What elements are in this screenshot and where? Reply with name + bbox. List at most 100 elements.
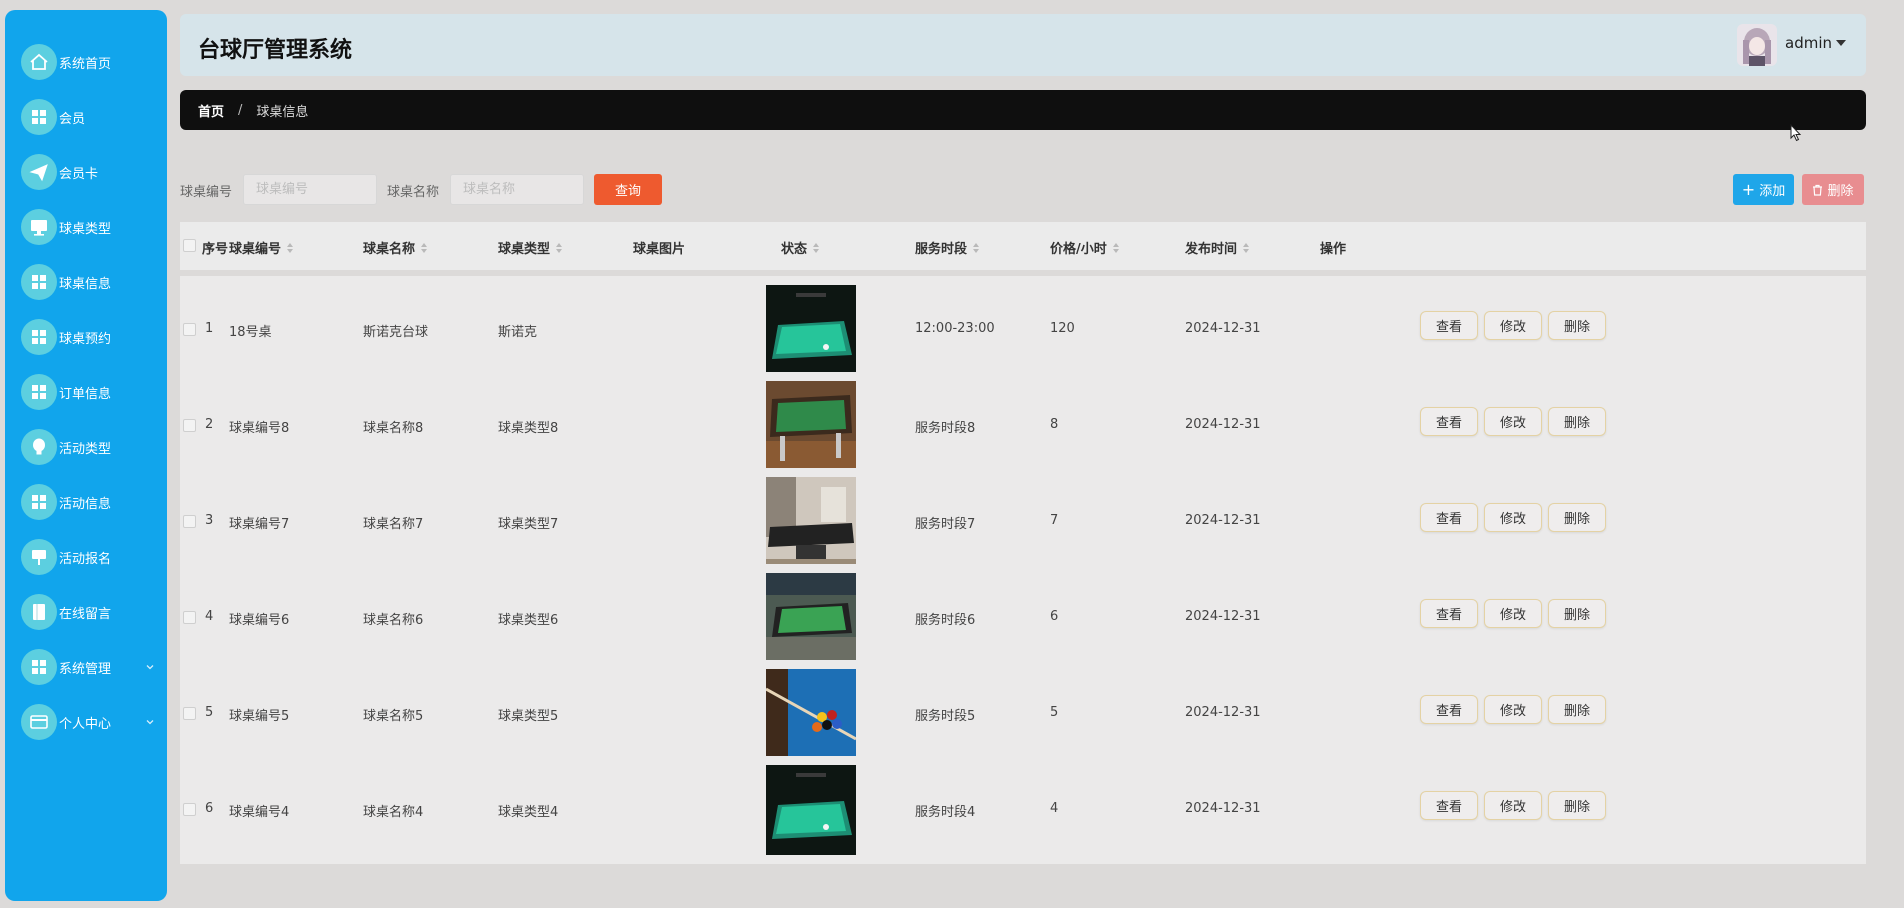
column-header-label: 球桌名称 (363, 242, 416, 257)
sort-icon[interactable] (421, 242, 428, 253)
delete-button[interactable]: 删除 (1548, 503, 1606, 532)
bulk-delete-button[interactable]: 删除 (1802, 174, 1864, 205)
edit-button[interactable]: 修改 (1484, 503, 1542, 532)
table-image-thumbnail[interactable] (766, 765, 856, 855)
cell-price: 6 (1050, 609, 1059, 624)
sort-icon[interactable] (973, 242, 980, 253)
cell-index: 6 (205, 801, 214, 816)
username[interactable]: admin (1785, 34, 1832, 52)
caret-down-icon[interactable] (1836, 40, 1846, 46)
sidebar-item-11[interactable]: 在线留言 (5, 592, 167, 632)
table-row: 4球桌编号6球桌名称6球桌类型6已预约服务时段662024-12-31查看修改删… (180, 564, 1866, 672)
sidebar-item-label: 系统管理 (59, 661, 112, 677)
view-button[interactable]: 查看 (1420, 407, 1478, 436)
edit-button[interactable]: 修改 (1484, 599, 1542, 628)
column-header-7[interactable]: 服务时段 (915, 238, 980, 257)
column-header-label: 发布时间 (1185, 242, 1238, 257)
table-image-thumbnail[interactable] (766, 669, 856, 759)
table-image-thumbnail[interactable] (766, 381, 856, 471)
column-header-8[interactable]: 价格/小时 (1050, 238, 1119, 257)
row-checkbox[interactable] (183, 419, 196, 432)
column-header-5: 球桌图片 (633, 238, 685, 257)
table-name-input[interactable] (450, 174, 584, 205)
cell-date: 2024-12-31 (1185, 513, 1261, 528)
row-checkbox[interactable] (183, 707, 196, 720)
sidebar-item-13[interactable]: 个人中心 (5, 702, 167, 742)
cell-period: 服务时段8 (915, 421, 976, 436)
sidebar-item-7[interactable]: 订单信息 (5, 372, 167, 412)
cell-type: 球桌类型7 (498, 517, 559, 532)
sort-icon[interactable] (1243, 242, 1250, 253)
cell-price: 5 (1050, 705, 1059, 720)
view-button[interactable]: 查看 (1420, 503, 1478, 532)
delete-button[interactable]: 删除 (1548, 695, 1606, 724)
column-header-2[interactable]: 球桌编号 (229, 238, 294, 257)
cell-price: 7 (1050, 513, 1059, 528)
table-number-input[interactable] (243, 174, 377, 205)
edit-button[interactable]: 修改 (1484, 791, 1542, 820)
breadcrumb: 首页 / 球桌信息 (180, 90, 1866, 130)
sidebar-item-label: 活动报名 (59, 551, 112, 567)
cell-name: 斯诺克台球 (363, 325, 429, 340)
delete-button[interactable]: 删除 (1548, 407, 1606, 436)
sidebar-item-2[interactable]: 会员 (5, 97, 167, 137)
table-image-thumbnail[interactable] (766, 285, 856, 375)
view-button[interactable]: 查看 (1420, 599, 1478, 628)
sidebar-item-6[interactable]: 球桌预约 (5, 317, 167, 357)
column-header-4[interactable]: 球桌类型 (498, 238, 563, 257)
sidebar: 系统首页会员会员卡球桌类型球桌信息球桌预约订单信息活动类型活动信息活动报名在线留… (5, 10, 167, 901)
add-button[interactable]: + 添加 (1733, 174, 1794, 205)
view-button[interactable]: 查看 (1420, 311, 1478, 340)
lightbulb-icon (21, 429, 57, 465)
row-checkbox[interactable] (183, 611, 196, 624)
column-header-9[interactable]: 发布时间 (1185, 238, 1250, 257)
breadcrumb-separator: / (238, 102, 243, 118)
sidebar-item-4[interactable]: 球桌类型 (5, 207, 167, 247)
column-header-3[interactable]: 球桌名称 (363, 238, 428, 257)
sort-icon[interactable] (287, 242, 294, 253)
breadcrumb-home[interactable]: 首页 (198, 101, 224, 120)
cell-index: 2 (205, 417, 214, 432)
view-button[interactable]: 查看 (1420, 695, 1478, 724)
edit-button[interactable]: 修改 (1484, 407, 1542, 436)
sort-icon[interactable] (1112, 242, 1119, 253)
sidebar-item-12[interactable]: 系统管理 (5, 647, 167, 687)
delete-button[interactable]: 删除 (1548, 599, 1606, 628)
sidebar-item-8[interactable]: 活动类型 (5, 427, 167, 467)
view-button[interactable]: 查看 (1420, 791, 1478, 820)
query-button[interactable]: 查询 (594, 174, 662, 205)
cell-name: 球桌名称7 (363, 517, 424, 532)
select-all-checkbox[interactable] (183, 239, 196, 252)
sidebar-item-label: 会员卡 (59, 166, 99, 182)
edit-button[interactable]: 修改 (1484, 695, 1542, 724)
sidebar-item-3[interactable]: 会员卡 (5, 152, 167, 192)
sort-icon[interactable] (556, 242, 563, 253)
sidebar-item-label: 在线留言 (59, 606, 112, 622)
cell-period: 服务时段7 (915, 517, 976, 532)
delete-button[interactable]: 删除 (1548, 791, 1606, 820)
sidebar-item-9[interactable]: 活动信息 (5, 482, 167, 522)
table-image-thumbnail[interactable] (766, 573, 856, 663)
edit-button[interactable]: 修改 (1484, 311, 1542, 340)
sidebar-item-10[interactable]: 活动报名 (5, 537, 167, 577)
delete-button[interactable]: 删除 (1548, 311, 1606, 340)
column-header-6[interactable]: 状态 (781, 238, 820, 257)
table-image-thumbnail[interactable] (766, 477, 856, 567)
column-header-label: 价格/小时 (1050, 242, 1107, 257)
row-checkbox[interactable] (183, 323, 196, 336)
row-checkbox[interactable] (183, 803, 196, 816)
sidebar-item-label: 球桌类型 (59, 221, 112, 237)
column-header-label: 球桌图片 (633, 242, 686, 257)
column-header-10: 操作 (1320, 238, 1346, 257)
sidebar-item-1[interactable]: 系统首页 (5, 42, 167, 82)
trash-icon (1813, 184, 1823, 196)
chevron-down-icon (146, 720, 154, 725)
row-checkbox[interactable] (183, 515, 196, 528)
sidebar-item-label: 球桌预约 (59, 331, 112, 347)
sort-icon[interactable] (813, 242, 820, 253)
cell-date: 2024-12-31 (1185, 321, 1261, 336)
breadcrumb-current: 球桌信息 (256, 104, 309, 120)
sidebar-item-5[interactable]: 球桌信息 (5, 262, 167, 302)
avatar[interactable] (1737, 24, 1777, 66)
grid-icon (21, 484, 57, 520)
